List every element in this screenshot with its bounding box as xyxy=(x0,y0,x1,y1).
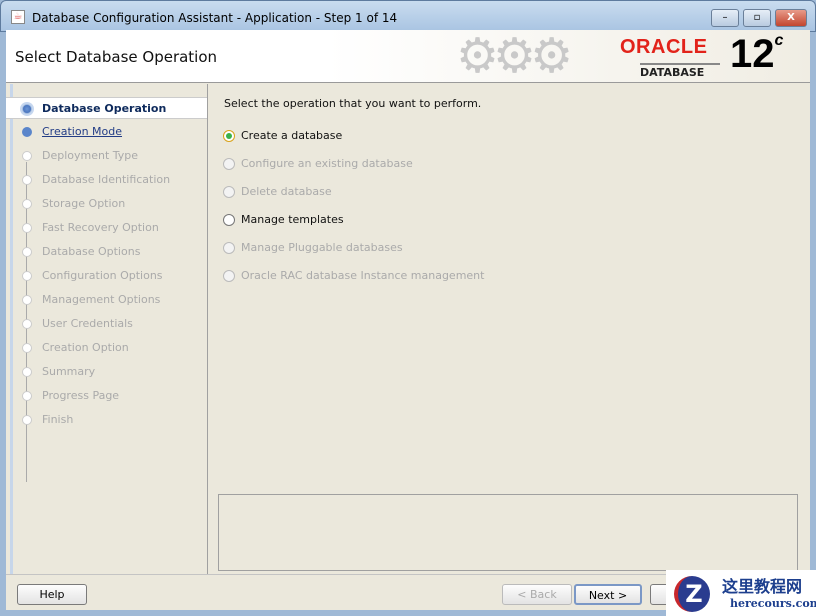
watermark-cn: 这里教程网 xyxy=(722,577,803,596)
step-label: Database Identification xyxy=(42,173,171,186)
oracle-logo: ORACLE xyxy=(620,36,708,58)
next-button[interactable]: Next > xyxy=(574,584,642,605)
step-item: Fast Recovery Option xyxy=(6,217,207,239)
step-indicator-icon xyxy=(22,199,32,209)
radio-label: Oracle RAC database Instance management xyxy=(241,269,485,282)
help-button[interactable]: Help xyxy=(17,584,87,605)
radio-option: Manage Pluggable databases xyxy=(223,239,403,257)
step-label: Finish xyxy=(42,413,74,426)
version-logo: 12c xyxy=(730,32,783,77)
step-indicator-icon xyxy=(22,127,32,137)
watermark-en: herecours.com xyxy=(730,597,816,610)
radio-option: Configure an existing database xyxy=(223,155,413,173)
step-item: Progress Page xyxy=(6,385,207,407)
step-item: Creation Option xyxy=(6,337,207,359)
maximize-button[interactable]: ▫ xyxy=(743,9,771,27)
step-label: Configuration Options xyxy=(42,269,163,282)
gears-graphic-icon: ⚙⚙⚙ xyxy=(456,28,573,84)
radio-button[interactable] xyxy=(223,214,235,226)
step-label: Management Options xyxy=(42,293,161,306)
close-button[interactable]: X xyxy=(775,9,807,27)
radio-button xyxy=(223,270,235,282)
watermark-logo: Z xyxy=(674,576,710,612)
minimize-button[interactable]: – xyxy=(711,9,739,27)
radio-option[interactable]: Manage templates xyxy=(223,211,344,229)
database-logo-text: DATABASE xyxy=(640,63,720,79)
step-item: Management Options xyxy=(6,289,207,311)
radio-button[interactable] xyxy=(223,130,235,142)
version-suffix: c xyxy=(774,32,784,49)
radio-option[interactable]: Create a database xyxy=(223,127,342,145)
step-indicator-icon xyxy=(22,271,32,281)
radio-label: Manage Pluggable databases xyxy=(241,241,403,254)
dialog: Select Database Operation ⚙⚙⚙ ORACLE DAT… xyxy=(6,30,810,610)
step-indicator-icon xyxy=(22,343,32,353)
step-item[interactable]: Database Operation xyxy=(6,97,207,119)
step-indicator-icon xyxy=(22,175,32,185)
radio-label: Manage templates xyxy=(241,213,344,226)
step-label: Database Operation xyxy=(42,102,167,115)
radio-label: Configure an existing database xyxy=(241,157,413,170)
content-panel: Select the operation that you want to pe… xyxy=(209,84,810,574)
step-item: Database Identification xyxy=(6,169,207,191)
window-title: Database Configuration Assistant - Appli… xyxy=(32,11,398,25)
java-app-icon: ☕ xyxy=(11,10,25,24)
step-item: Finish xyxy=(6,409,207,431)
message-area xyxy=(218,494,798,571)
step-label: Storage Option xyxy=(42,197,126,210)
step-item: Deployment Type xyxy=(6,145,207,167)
radio-option: Oracle RAC database Instance management xyxy=(223,267,484,285)
step-indicator-icon xyxy=(22,247,32,257)
radio-button xyxy=(223,186,235,198)
back-button[interactable]: < Back xyxy=(502,584,572,605)
step-indicator-icon xyxy=(22,415,32,425)
step-label: Progress Page xyxy=(42,389,120,402)
step-indicator-icon xyxy=(22,391,32,401)
radio-button xyxy=(223,158,235,170)
step-indicator-icon xyxy=(22,319,32,329)
step-label: Database Options xyxy=(42,245,141,258)
step-item: Database Options xyxy=(6,241,207,263)
version-number: 12 xyxy=(730,32,775,76)
step-indicator-icon xyxy=(22,367,32,377)
step-indicator-icon xyxy=(22,295,32,305)
title-bar: ☕ Database Configuration Assistant - App… xyxy=(0,0,816,32)
header-banner: Select Database Operation ⚙⚙⚙ ORACLE DAT… xyxy=(6,30,810,83)
step-item: Summary xyxy=(6,361,207,383)
step-label: Fast Recovery Option xyxy=(42,221,159,234)
step-item: User Credentials xyxy=(6,313,207,335)
step-indicator-icon xyxy=(22,151,32,161)
step-label: Creation Mode xyxy=(42,125,123,138)
prompt-text: Select the operation that you want to pe… xyxy=(224,97,482,110)
step-label: Summary xyxy=(42,365,96,378)
steps-sidebar: Database Operation Creation Mode Deploymen… xyxy=(6,84,208,574)
step-indicator-icon xyxy=(22,104,32,114)
page-title: Select Database Operation xyxy=(15,48,218,66)
step-label: Creation Option xyxy=(42,341,129,354)
step-item: Configuration Options xyxy=(6,265,207,287)
watermark: Z 这里教程网 herecours.com xyxy=(666,570,816,616)
step-item: Storage Option xyxy=(6,193,207,215)
radio-button xyxy=(223,242,235,254)
radio-label: Delete database xyxy=(241,185,332,198)
radio-label: Create a database xyxy=(241,129,343,142)
step-label: User Credentials xyxy=(42,317,133,330)
step-item[interactable]: Creation Mode xyxy=(6,121,207,143)
step-indicator-icon xyxy=(22,223,32,233)
radio-option: Delete database xyxy=(223,183,332,201)
step-label: Deployment Type xyxy=(42,149,139,162)
